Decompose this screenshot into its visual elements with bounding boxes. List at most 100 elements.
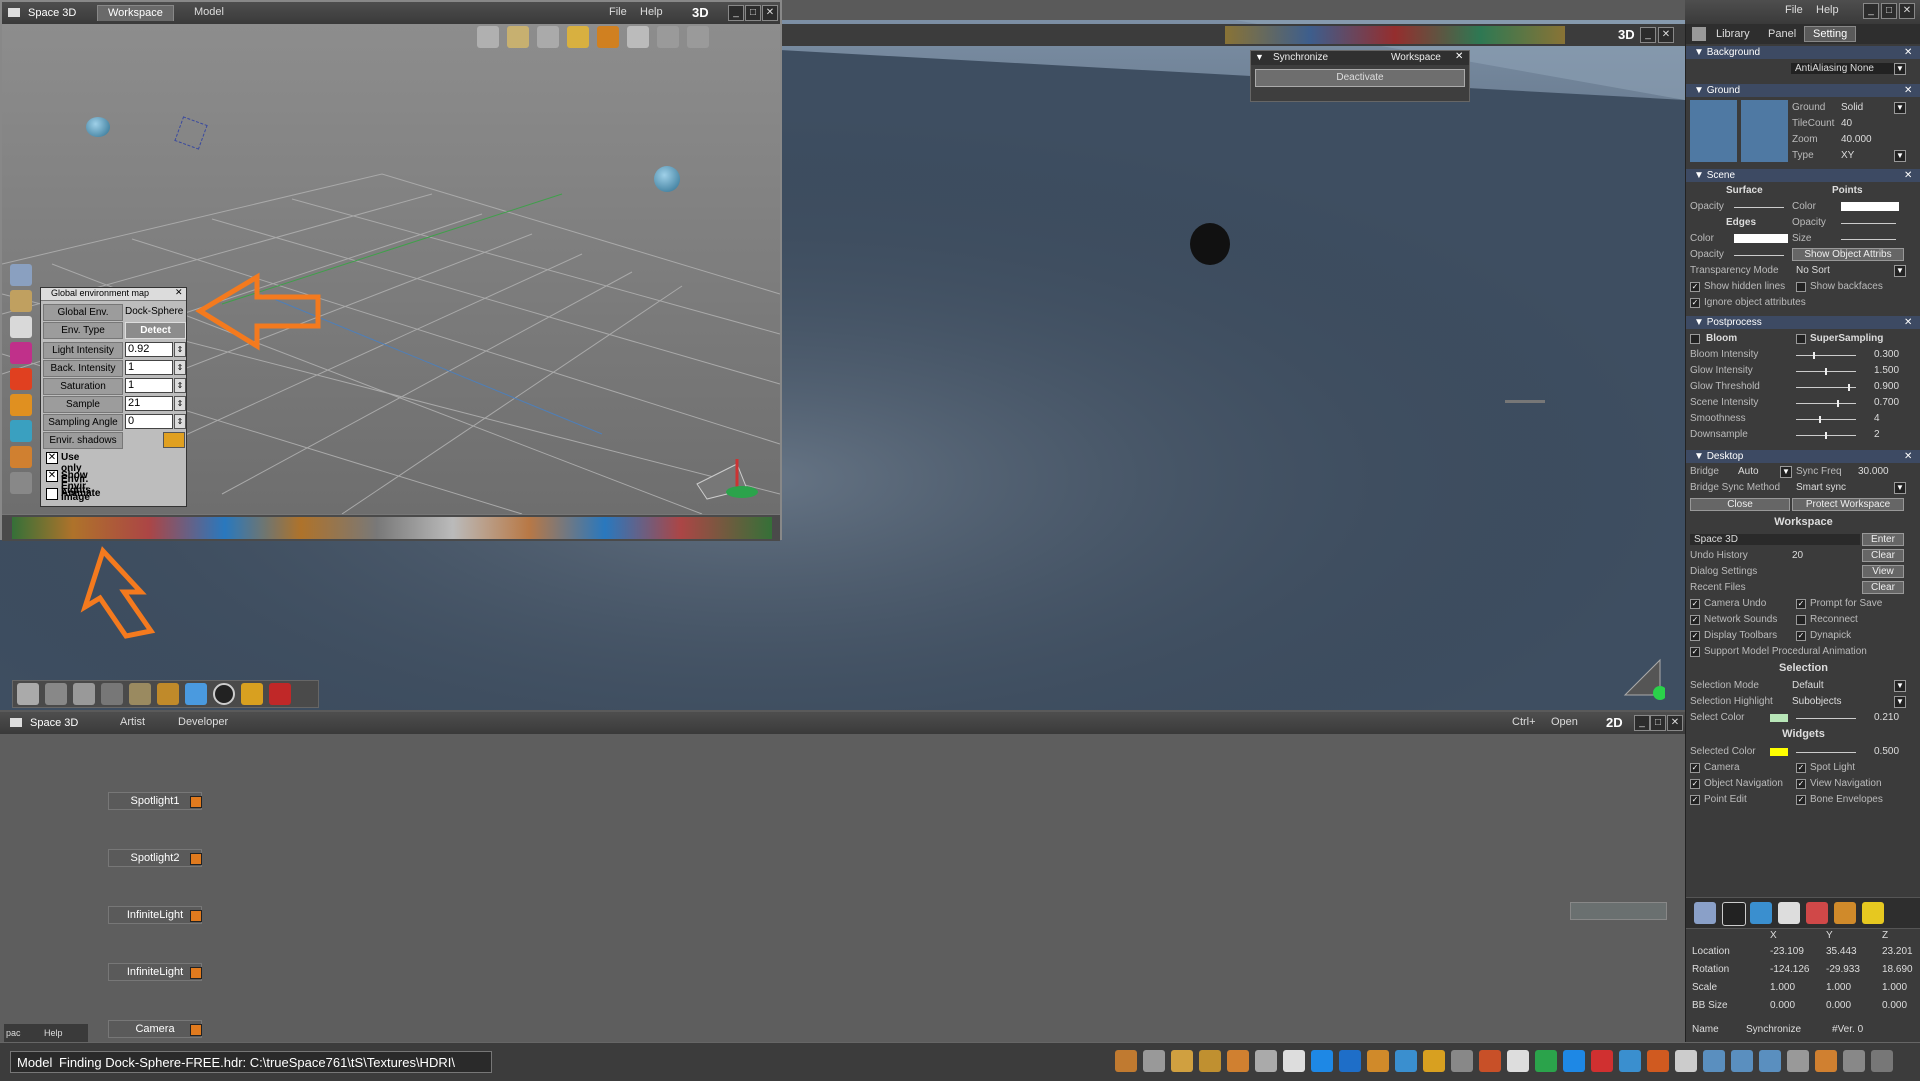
menu-help[interactable]: Help <box>1816 4 1839 16</box>
setting-checkbox[interactable]: ✓ <box>1796 779 1806 789</box>
open-label[interactable]: Open <box>1551 716 1578 728</box>
ground-dropdown[interactable]: ▼ <box>1894 102 1906 114</box>
bridge-value[interactable]: Auto <box>1738 466 1759 477</box>
setting-checkbox[interactable]: ✓ <box>1690 599 1700 609</box>
slider-knob[interactable] <box>1819 416 1821 423</box>
support-model-checkbox[interactable]: ✓ <box>1690 647 1700 657</box>
bridge-sync-method-value[interactable]: Smart sync <box>1796 482 1846 493</box>
workspace-name-value[interactable]: Space 3D <box>1690 534 1860 545</box>
setting-checkbox[interactable] <box>1796 615 1806 625</box>
pointer-icon[interactable] <box>1675 1050 1697 1072</box>
node-camera[interactable]: Camera <box>108 1020 202 1038</box>
scale-icon[interactable] <box>1843 1050 1865 1072</box>
stack-icon[interactable] <box>1227 1050 1249 1072</box>
image-icon[interactable] <box>1283 1050 1305 1072</box>
postprocess-row-value[interactable]: 2 <box>1874 429 1880 440</box>
menu-file[interactable]: File <box>1785 4 1803 16</box>
z-axis-icon[interactable] <box>1591 1050 1613 1072</box>
close-button[interactable]: ✕ <box>1899 3 1915 19</box>
setting-checkbox[interactable]: ✓ <box>1690 631 1700 641</box>
postprocess-row-value[interactable]: 0.300 <box>1874 349 1899 360</box>
minimize-button[interactable]: _ <box>1634 715 1650 731</box>
postprocess-row-slider[interactable] <box>1796 403 1856 404</box>
slider-knob[interactable] <box>1825 368 1827 375</box>
type-dropdown[interactable]: ▼ <box>1894 150 1906 162</box>
arrow-icon[interactable] <box>1395 1050 1417 1072</box>
transform-z-value[interactable]: 0.000 <box>1882 1000 1907 1011</box>
light-icon[interactable] <box>1862 902 1884 924</box>
node-infinitelight[interactable]: InfiniteLight <box>108 906 202 924</box>
transform-x-value[interactable]: -23.109 <box>1770 946 1804 957</box>
ignore-object-attributes-checkbox[interactable]: ✓ <box>1690 298 1700 308</box>
select-color-swatch[interactable] <box>1770 714 1788 722</box>
page-icon[interactable] <box>1778 902 1800 924</box>
lightning-icon[interactable] <box>1423 1050 1445 1072</box>
cube-icon[interactable] <box>1339 1050 1361 1072</box>
transform-y-value[interactable]: 0.000 <box>1826 1000 1851 1011</box>
tool-icon[interactable] <box>1750 902 1772 924</box>
selected-color-value[interactable]: 0.500 <box>1874 746 1899 757</box>
setting-checkbox[interactable]: ✓ <box>1796 763 1806 773</box>
show-hidden-lines-checkbox[interactable]: ✓ <box>1690 282 1700 292</box>
transform-z-value[interactable]: 1.000 <box>1882 982 1907 993</box>
transform-x-value[interactable]: -124.126 <box>1770 964 1809 975</box>
close-icon[interactable]: ✕ <box>1904 450 1912 463</box>
close-button[interactable]: Close <box>1690 498 1790 511</box>
box-icon[interactable] <box>1834 902 1856 924</box>
tab-panel[interactable]: Panel <box>1768 28 1796 40</box>
postprocess-row-value[interactable]: 0.900 <box>1874 381 1899 392</box>
rotate-icon[interactable] <box>1619 1050 1641 1072</box>
setting-checkbox[interactable]: ✓ <box>1690 779 1700 789</box>
grid-icon[interactable] <box>1694 902 1716 924</box>
transform-z-value[interactable]: 23.201 <box>1882 946 1913 957</box>
enter-button[interactable]: Enter <box>1862 533 1904 546</box>
postprocess-row-value[interactable]: 0.700 <box>1874 397 1899 408</box>
postprocess-row-value[interactable]: 1.500 <box>1874 365 1899 376</box>
bloom-checkbox[interactable] <box>1690 334 1700 344</box>
selected-color-swatch[interactable] <box>1770 748 1788 756</box>
knife-icon[interactable] <box>1171 1050 1193 1072</box>
transform-y-value[interactable]: 35.443 <box>1826 946 1857 957</box>
ground-section-header[interactable]: ▼ Ground ✕ <box>1686 84 1920 97</box>
close-button[interactable]: ✕ <box>1667 715 1683 731</box>
postprocess-row-slider[interactable] <box>1796 387 1856 388</box>
tools-icon[interactable] <box>1692 27 1706 41</box>
setting-checkbox[interactable]: ✓ <box>1796 795 1806 805</box>
minimize-button[interactable]: _ <box>1863 3 1879 19</box>
maximize-button[interactable]: □ <box>1650 715 1666 731</box>
type-value[interactable]: XY <box>1841 150 1854 161</box>
close-icon[interactable]: ✕ <box>1904 46 1912 59</box>
move-y-icon[interactable] <box>1731 1050 1753 1072</box>
surface-opacity-slider[interactable] <box>1734 207 1784 208</box>
tilecount-value[interactable]: 40 <box>1841 118 1852 129</box>
slider-knob[interactable] <box>1813 352 1815 359</box>
ctrl-plus-label[interactable]: Ctrl+ <box>1512 716 1536 728</box>
slider-knob[interactable] <box>1848 384 1850 391</box>
postprocess-row-value[interactable]: 4 <box>1874 413 1880 424</box>
link-editor-canvas[interactable]: Spotlight1 Spotlight2 InfiniteLight Infi… <box>0 734 1685 1042</box>
recent-files-clear-button[interactable]: Clear <box>1862 581 1904 594</box>
transparency-mode-dropdown[interactable]: ▼ <box>1894 265 1906 277</box>
tab-artist[interactable]: Artist <box>110 715 155 730</box>
pivot-icon[interactable] <box>1815 1050 1837 1072</box>
node-spotlight1[interactable]: Spotlight1 <box>108 792 202 810</box>
transform-z-value[interactable]: 18.690 <box>1882 964 1913 975</box>
x-axis-icon[interactable] <box>1535 1050 1557 1072</box>
show-object-attribs-button[interactable]: Show Object Attribs <box>1792 248 1904 261</box>
close-icon[interactable]: ✕ <box>1904 169 1912 182</box>
maximize-button[interactable]: □ <box>1881 3 1897 19</box>
transform-y-value[interactable]: -29.933 <box>1826 964 1860 975</box>
node-port[interactable] <box>190 967 202 979</box>
selected-color-slider[interactable] <box>1796 752 1856 753</box>
select-color-value[interactable]: 0.210 <box>1874 712 1899 723</box>
setting-checkbox[interactable]: ✓ <box>1796 599 1806 609</box>
setting-checkbox[interactable]: ✓ <box>1690 795 1700 805</box>
selection-highlight-value[interactable]: Subobjects <box>1792 696 1841 707</box>
postprocess-section-header[interactable]: ▼ Postprocess ✕ <box>1686 316 1920 329</box>
wand-icon[interactable] <box>1199 1050 1221 1072</box>
selection-mode-value[interactable]: Default <box>1792 680 1824 691</box>
bounding-box-icon[interactable] <box>1787 1050 1809 1072</box>
tab-setting[interactable]: Setting <box>1804 26 1857 42</box>
axis-icon[interactable] <box>1507 1050 1529 1072</box>
scroll-indicator[interactable] <box>1570 902 1667 920</box>
